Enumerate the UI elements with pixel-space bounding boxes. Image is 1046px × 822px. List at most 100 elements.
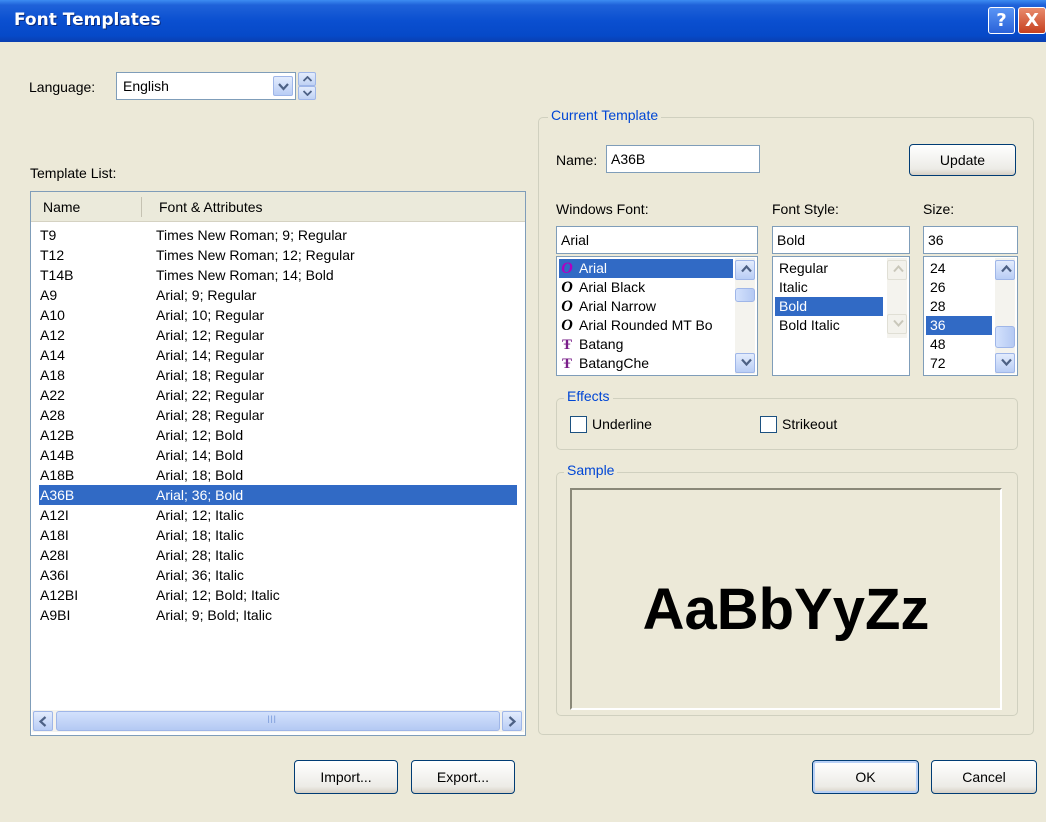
list-item[interactable]: 48	[926, 335, 992, 354]
list-item[interactable]: 24	[926, 259, 992, 278]
scroll-down-icon[interactable]	[735, 353, 755, 373]
list-item[interactable]: 26	[926, 278, 992, 297]
table-row[interactable]: A14 Arial; 14; Regular	[31, 345, 525, 365]
template-name-cell: A36I	[40, 567, 69, 583]
font-attributes-cell: Arial; 18; Italic	[156, 527, 244, 543]
list-item[interactable]: 36	[926, 316, 992, 335]
font-name: Arial	[579, 260, 608, 276]
font-attributes-cell: Arial; 36; Bold	[156, 487, 244, 503]
list-item[interactable]: 28	[926, 297, 992, 316]
table-row[interactable]: A28 Arial; 28; Regular	[31, 405, 525, 425]
windows-font-input[interactable]: Arial	[556, 226, 758, 254]
font-style-label: Font Style:	[772, 201, 839, 217]
underline-checkbox[interactable]	[570, 416, 587, 433]
import-button[interactable]: Import...	[294, 760, 398, 794]
help-button[interactable]: ?	[988, 7, 1015, 34]
strikeout-checkbox[interactable]	[760, 416, 777, 433]
template-rows: T9 Times New Roman; 9; Regular T12 Times Ne…	[31, 225, 525, 625]
list-item[interactable]: O Arial Narrow	[559, 297, 735, 316]
table-row[interactable]: A14B Arial; 14; Bold	[31, 445, 525, 465]
template-name-cell: A18B	[40, 467, 75, 483]
underline-label[interactable]: Underline	[592, 416, 652, 432]
list-item[interactable]: Bold	[775, 297, 883, 316]
list-item[interactable]: O Arial	[559, 259, 733, 278]
font-style-input[interactable]: Bold	[772, 226, 910, 254]
list-item[interactable]: O Arial Black	[559, 278, 735, 297]
scroll-thumb[interactable]	[735, 288, 755, 302]
ok-button[interactable]: OK	[812, 760, 919, 794]
strikeout-label[interactable]: Strikeout	[782, 416, 837, 432]
table-row[interactable]: A9BI Arial; 9; Bold; Italic	[31, 605, 525, 625]
language-select[interactable]: English	[116, 72, 296, 100]
column-header-name[interactable]: Name	[43, 199, 80, 215]
truetype-icon: Ŧ	[561, 356, 572, 372]
chevron-down-icon[interactable]	[273, 76, 293, 96]
language-spinner[interactable]	[298, 72, 316, 100]
size-list[interactable]: 24 26 28 36 48 72	[923, 256, 1018, 376]
font-style-value: Bold	[777, 232, 806, 248]
name-label: Name:	[556, 152, 598, 168]
scroll-right-icon[interactable]	[502, 711, 522, 731]
size-input[interactable]: 36	[923, 226, 1018, 254]
font-style-list[interactable]: Regular Italic Bold Bold Italic	[772, 256, 910, 376]
effects-title: Effects	[564, 388, 613, 404]
scroll-left-icon[interactable]	[33, 711, 53, 731]
table-row[interactable]: T12 Times New Roman; 12; Regular	[31, 245, 525, 265]
opentype-icon: O	[561, 260, 573, 277]
scroll-thumb[interactable]: III	[56, 711, 500, 731]
table-row[interactable]: A28I Arial; 28; Italic	[31, 545, 525, 565]
scroll-up-icon	[887, 260, 907, 280]
table-row[interactable]: A18 Arial; 18; Regular	[31, 365, 525, 385]
cancel-button[interactable]: Cancel	[931, 760, 1037, 794]
list-item[interactable]: O Arial Rounded MT Bo	[559, 316, 735, 335]
scroll-up-icon[interactable]	[995, 260, 1015, 280]
export-button[interactable]: Export...	[411, 760, 515, 794]
horizontal-scrollbar[interactable]: III	[32, 710, 524, 732]
windows-font-scrollbar[interactable]	[735, 258, 755, 374]
column-header-font-attributes[interactable]: Font & Attributes	[159, 199, 263, 215]
scroll-thumb[interactable]	[995, 326, 1015, 348]
scroll-up-icon[interactable]	[735, 260, 755, 280]
table-row[interactable]: A36I Arial; 36; Italic	[31, 565, 525, 585]
table-row[interactable]: A18B Arial; 18; Bold	[31, 465, 525, 485]
list-item[interactable]: Italic	[775, 278, 883, 297]
size-scrollbar[interactable]	[995, 258, 1015, 374]
font-attributes-cell: Arial; 36; Italic	[156, 567, 244, 583]
list-item[interactable]: Regular	[775, 259, 883, 278]
update-button[interactable]: Update	[909, 144, 1016, 176]
close-button[interactable]: X	[1018, 7, 1046, 34]
spin-down-icon[interactable]	[298, 86, 316, 100]
table-row[interactable]: A10 Arial; 10; Regular	[31, 305, 525, 325]
table-row[interactable]: A12I Arial; 12; Italic	[31, 505, 525, 525]
template-name-cell: A22	[40, 387, 65, 403]
table-row[interactable]: A36B Arial; 36; Bold	[39, 485, 517, 505]
table-row[interactable]: A9 Arial; 9; Regular	[31, 285, 525, 305]
template-name-field[interactable]: A36B	[606, 145, 760, 173]
template-name-cell: A28I	[40, 547, 69, 563]
title-bar[interactable]: Font Templates ? X	[0, 0, 1046, 42]
table-row[interactable]: T9 Times New Roman; 9; Regular	[31, 225, 525, 245]
font-attributes-cell: Arial; 9; Bold; Italic	[156, 607, 272, 623]
table-row[interactable]: T14B Times New Roman; 14; Bold	[31, 265, 525, 285]
scroll-down-icon[interactable]	[995, 353, 1015, 373]
font-attributes-cell: Arial; 12; Bold; Italic	[156, 587, 280, 603]
list-item[interactable]: 72	[926, 354, 992, 373]
table-row[interactable]: A22 Arial; 22; Regular	[31, 385, 525, 405]
table-row[interactable]: A12B Arial; 12; Bold	[31, 425, 525, 445]
table-row[interactable]: A18I Arial; 18; Italic	[31, 525, 525, 545]
list-item[interactable]: Ŧ BatangChe	[559, 354, 735, 373]
template-list[interactable]: Name Font & Attributes T9 Times New Roman…	[30, 191, 526, 736]
table-row[interactable]: A12 Arial; 12; Regular	[31, 325, 525, 345]
font-attributes-cell: Times New Roman; 9; Regular	[156, 227, 347, 243]
font-name: Arial Rounded MT Bo	[579, 317, 713, 333]
list-item[interactable]: Ŧ Batang	[559, 335, 735, 354]
size-label: Size:	[923, 201, 955, 217]
list-item[interactable]: Bold Italic	[775, 316, 883, 335]
windows-font-list[interactable]: O Arial O Arial Black O Arial Narrow O Arial Ro…	[556, 256, 758, 376]
template-name-cell: A10	[40, 307, 65, 323]
spin-up-icon[interactable]	[298, 72, 316, 86]
font-name: Arial Black	[579, 279, 646, 295]
template-name-cell: A12	[40, 327, 65, 343]
scroll-down-icon	[887, 314, 907, 334]
table-row[interactable]: A12BI Arial; 12; Bold; Italic	[31, 585, 525, 605]
